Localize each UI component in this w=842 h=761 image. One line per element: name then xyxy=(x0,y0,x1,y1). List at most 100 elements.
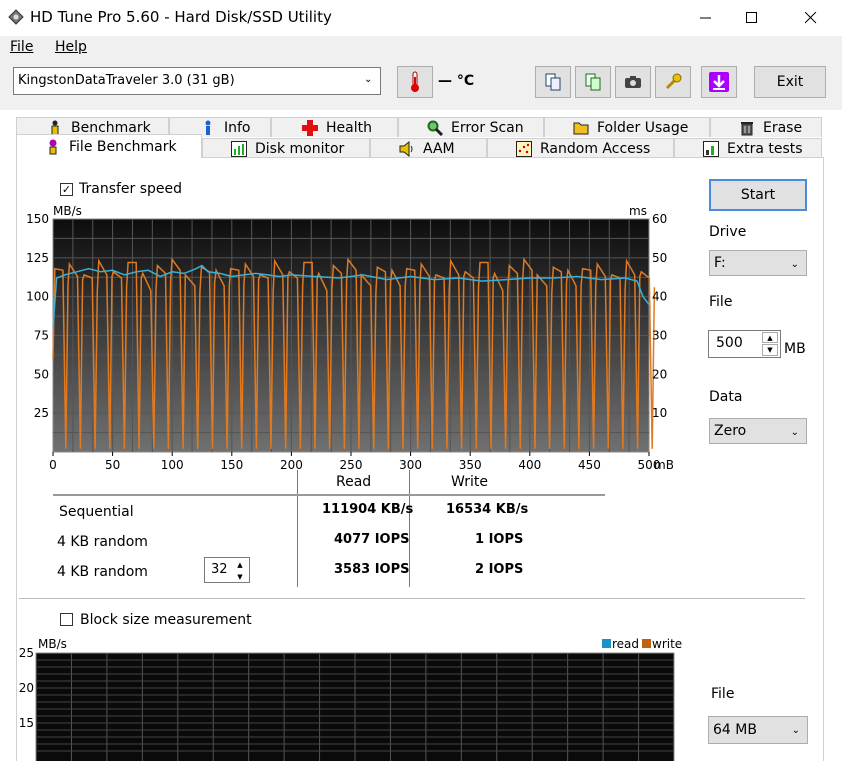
tab-disk-monitor[interactable]: Disk monitor xyxy=(202,138,370,158)
legend-read-swatch xyxy=(602,639,611,648)
y-right-tick-label: 50 xyxy=(652,251,667,265)
y-unit-label: MB/s xyxy=(38,637,67,651)
tab-aam[interactable]: AAM xyxy=(370,138,487,158)
chevron-down-icon: ⌄ xyxy=(790,259,799,270)
screenshot-button[interactable] xyxy=(615,66,651,98)
block-file-combo[interactable]: 64 MB ⌄ xyxy=(708,716,808,744)
info-icon xyxy=(200,120,216,136)
x-tick-label: 200 xyxy=(280,458,303,472)
x-tick-label: 400 xyxy=(518,458,541,472)
y-tick-label: 150 xyxy=(26,212,49,226)
4kb-random-qd-label: 4 KB random xyxy=(57,564,148,580)
y-tick-label: 25 xyxy=(19,646,34,660)
4kb-random-qd-read-value: 3583 IOPS xyxy=(334,562,410,577)
y-tick-label: 75 xyxy=(34,329,49,343)
sequential-read-value: 111904 KB/s xyxy=(322,502,414,517)
copy-all-button[interactable] xyxy=(575,66,611,98)
x-tick-label: 450 xyxy=(578,458,601,472)
folder-icon xyxy=(573,120,589,136)
y-unit-label: MB/s xyxy=(53,204,82,218)
transfer-speed-label: Transfer speed xyxy=(79,181,183,197)
x-tick-label: 150 xyxy=(220,458,243,472)
copy-all-icon xyxy=(585,73,601,91)
legend-read-label: read xyxy=(612,637,639,651)
temperature-readout: — °C xyxy=(438,73,475,89)
close-button[interactable] xyxy=(788,0,834,36)
file-benchmark-icon xyxy=(45,139,61,155)
extra-tests-icon xyxy=(703,140,719,157)
thermometer-icon xyxy=(411,71,419,92)
write-header: Write xyxy=(451,474,488,490)
4kb-random-qd-write-value: 2 IOPS xyxy=(475,562,524,577)
tab-file-benchmark[interactable]: File Benchmark xyxy=(16,134,202,158)
4kb-random-label: 4 KB random xyxy=(57,534,148,550)
tab-health[interactable]: Health xyxy=(271,117,398,137)
temperature-button[interactable] xyxy=(397,66,433,98)
y-tick-label: 100 xyxy=(26,290,49,304)
menu-file[interactable]: File xyxy=(10,39,33,55)
scatter-icon xyxy=(516,140,532,157)
copy-info-button[interactable] xyxy=(535,66,571,98)
sequential-label: Sequential xyxy=(59,504,134,520)
maximize-button[interactable] xyxy=(729,0,775,36)
y-right-tick-label: 60 xyxy=(652,212,667,226)
chevron-down-icon: ⌄ xyxy=(791,725,800,736)
column-divider xyxy=(297,470,298,587)
4kb-random-write-value: 1 IOPS xyxy=(475,532,524,547)
spin-down-icon[interactable]: ▼ xyxy=(762,344,778,356)
drive-dropdown-value: KingstonDataTraveler 3.0 (31 gB) xyxy=(18,73,235,88)
spin-up-icon[interactable]: ▲ xyxy=(232,559,248,570)
tab-erase[interactable]: Erase xyxy=(710,117,822,137)
start-button[interactable]: Start xyxy=(709,179,807,211)
speaker-icon xyxy=(399,140,415,157)
monitor-chart-icon xyxy=(231,140,247,157)
file-size-label: File xyxy=(709,294,733,310)
data-pattern-combo[interactable]: Zero ⌄ xyxy=(709,418,807,444)
x-tick-label: 300 xyxy=(399,458,422,472)
camera-icon xyxy=(625,76,641,88)
y-right-tick-label: 40 xyxy=(652,290,667,304)
sequential-write-value: 16534 KB/s xyxy=(446,502,529,517)
spin-up-icon[interactable]: ▲ xyxy=(762,332,778,343)
y-right-tick-label: 10 xyxy=(652,406,667,420)
queue-depth-value: 32 xyxy=(211,562,228,577)
exit-button[interactable]: Exit xyxy=(754,66,826,98)
block-file-value: 64 MB xyxy=(713,722,757,738)
minimize-button[interactable] xyxy=(683,0,729,36)
save-button[interactable] xyxy=(701,66,737,98)
copy-icon xyxy=(545,73,561,91)
block-file-label: File xyxy=(711,686,735,702)
spin-down-icon[interactable]: ▼ xyxy=(232,571,248,582)
tab-folder-usage[interactable]: Folder Usage xyxy=(544,117,710,137)
app-icon xyxy=(8,9,24,25)
chevron-down-icon: ⌄ xyxy=(790,427,799,438)
transfer-speed-chart: 25 50 75 100 125 150 10 20 30 40 50 60 0 50 100 150 200 2… xyxy=(26,204,674,472)
menu-bar xyxy=(0,36,842,58)
x-unit-label: mB xyxy=(654,458,674,472)
x-tick-label: 250 xyxy=(340,458,363,472)
x-tick-label: 0 xyxy=(49,458,57,472)
x-tick-label: 350 xyxy=(459,458,482,472)
wrench-icon xyxy=(665,73,682,90)
read-header: Read xyxy=(336,474,372,490)
menu-help[interactable]: Help xyxy=(55,39,87,55)
4kb-random-read-value: 4077 IOPS xyxy=(334,532,410,547)
file-size-value: 500 xyxy=(716,335,743,351)
legend-write-label: write xyxy=(652,637,682,651)
tab-error-scan[interactable]: Error Scan xyxy=(398,117,544,137)
block-size-chart: 15 20 25 MB/s read write xyxy=(19,637,682,761)
y-tick-label: 125 xyxy=(26,251,49,265)
checkmark-icon: ✓ xyxy=(61,183,72,196)
data-pattern-value: Zero xyxy=(714,423,747,439)
tab-extra-tests[interactable]: Extra tests xyxy=(674,138,822,158)
health-cross-icon xyxy=(302,119,318,136)
x-tick-label: 100 xyxy=(161,458,184,472)
block-size-checkbox[interactable] xyxy=(60,613,73,626)
y-right-tick-label: 20 xyxy=(652,367,667,381)
download-icon xyxy=(709,72,729,92)
drive-combo[interactable]: F: ⌄ xyxy=(709,250,807,276)
options-button[interactable] xyxy=(655,66,691,98)
transfer-speed-checkbox[interactable]: ✓ xyxy=(60,183,73,196)
tab-random-access[interactable]: Random Access xyxy=(487,138,674,158)
drive-label: Drive xyxy=(709,224,747,240)
